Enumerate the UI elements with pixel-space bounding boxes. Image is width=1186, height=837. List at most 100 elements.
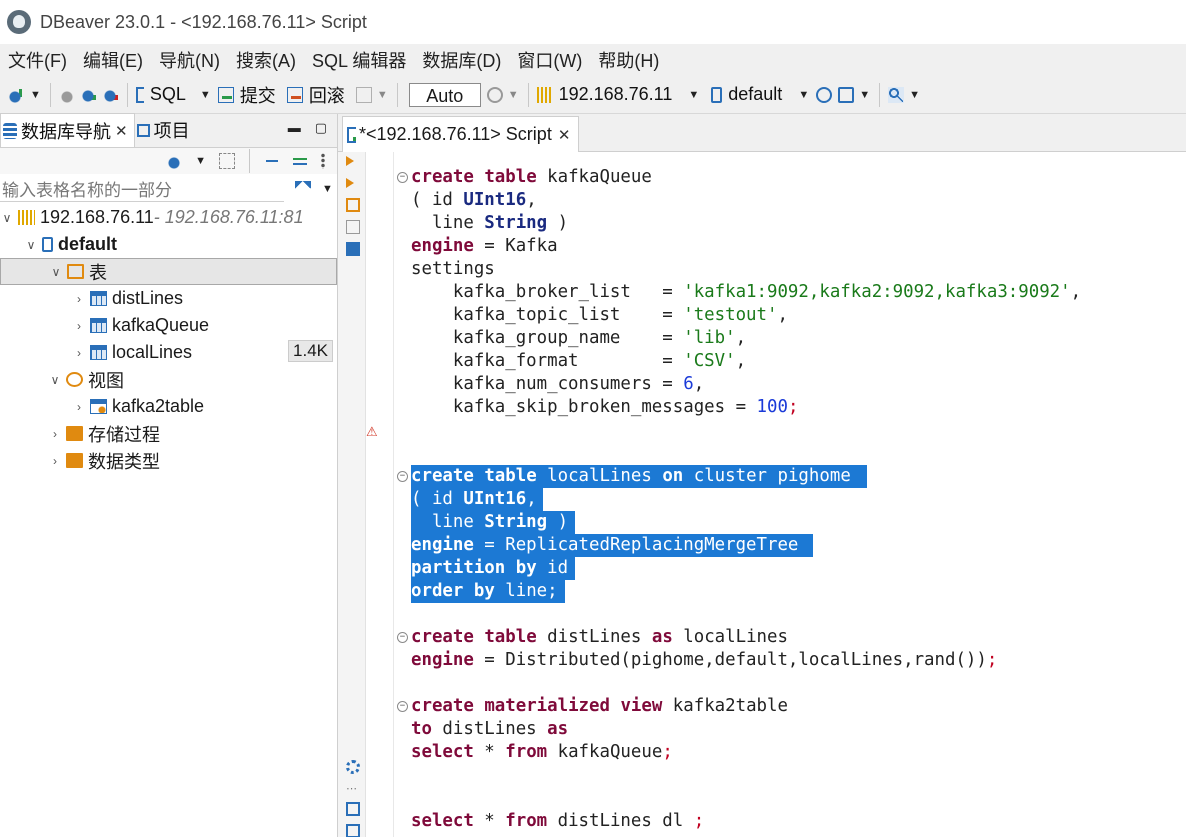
sql-code-editor[interactable]: − create table kafkaQueue( id UInt16, lin… bbox=[394, 152, 1186, 837]
tab-sql-script[interactable]: *<192.168.76.11> Script ✕ bbox=[342, 116, 580, 152]
menu-search[interactable]: 搜索(A) bbox=[228, 47, 304, 73]
rollback-icon[interactable] bbox=[286, 86, 303, 103]
tree-node-table[interactable]: › localLines 1.4K bbox=[0, 339, 337, 366]
menu-sql-editor[interactable]: SQL 编辑器 bbox=[304, 47, 414, 73]
warning-icon[interactable]: ⚠ bbox=[366, 424, 378, 440]
commit-icon[interactable] bbox=[217, 86, 234, 103]
menu-edit[interactable]: 编辑(E) bbox=[75, 47, 151, 73]
code-line[interactable]: kafka_broker_list = 'kafka1:9092,kafka2:… bbox=[411, 281, 1081, 304]
code-line[interactable]: create materialized view kafka2table bbox=[411, 695, 788, 718]
code-line[interactable]: engine = ReplicatedReplacingMergeTree bbox=[411, 534, 798, 557]
menu-database[interactable]: 数据库(D) bbox=[414, 47, 509, 73]
table-filter-input[interactable]: 输入表格名称的一部分 bbox=[0, 176, 284, 202]
fold-toggle-icon[interactable]: − bbox=[397, 701, 408, 712]
disconnect-all-icon[interactable] bbox=[102, 86, 119, 103]
sql-button-label[interactable]: SQL bbox=[150, 84, 186, 105]
connect-icon[interactable] bbox=[80, 86, 97, 103]
chevron-right-icon[interactable]: › bbox=[72, 292, 86, 306]
new-folder-icon[interactable] bbox=[219, 153, 235, 169]
tasks-dropdown-icon[interactable]: ▼ bbox=[859, 89, 870, 101]
tree-node-table[interactable]: › distLines bbox=[0, 285, 337, 312]
code-line[interactable]: create table kafkaQueue bbox=[411, 166, 652, 189]
settings-gear-icon[interactable] bbox=[346, 760, 360, 774]
active-connection-selector[interactable]: 192.168.76.11 bbox=[559, 84, 673, 105]
output-console-icon[interactable] bbox=[346, 242, 360, 256]
tree-node-schema-default[interactable]: ∨ default bbox=[0, 231, 337, 258]
code-line[interactable]: order by line; bbox=[411, 580, 558, 603]
commit-button[interactable]: 提交 bbox=[240, 82, 276, 108]
chevron-right-icon[interactable]: › bbox=[48, 427, 62, 441]
code-line[interactable]: select * from distLines dl ; bbox=[411, 810, 704, 833]
code-line[interactable]: kafka_topic_list = 'testout', bbox=[411, 304, 788, 327]
tree-node-table[interactable]: › kafkaQueue bbox=[0, 312, 337, 339]
filter-icon[interactable] bbox=[295, 181, 311, 197]
code-line[interactable]: select * from kafkaQueue; bbox=[411, 741, 673, 764]
tab-database-navigator[interactable]: 数据库导航 ✕ bbox=[0, 113, 135, 147]
close-icon[interactable]: ✕ bbox=[115, 122, 128, 140]
close-icon[interactable]: ✕ bbox=[558, 126, 571, 144]
chevron-right-icon[interactable]: › bbox=[72, 400, 86, 414]
auto-commit-mode[interactable]: Auto bbox=[408, 82, 481, 107]
execute-statement-icon[interactable] bbox=[346, 156, 354, 166]
fold-toggle-icon[interactable]: − bbox=[397, 471, 408, 482]
transaction-mode-icon[interactable] bbox=[355, 86, 372, 103]
history-icon[interactable] bbox=[486, 86, 503, 103]
execute-in-new-tab-icon[interactable] bbox=[346, 178, 354, 188]
connection-dropdown-icon[interactable]: ▼ bbox=[688, 89, 699, 101]
chevron-right-icon[interactable]: › bbox=[48, 454, 62, 468]
history-dropdown-icon[interactable]: ▼ bbox=[508, 89, 519, 101]
code-line[interactable]: create table localLines on cluster pigho… bbox=[411, 465, 851, 488]
sql-editor-icon[interactable] bbox=[135, 86, 144, 103]
code-line[interactable]: kafka_format = 'CSV', bbox=[411, 350, 746, 373]
new-connection-icon[interactable] bbox=[9, 86, 25, 103]
chevron-down-icon[interactable]: ∨ bbox=[24, 238, 38, 252]
schema-dropdown-icon[interactable]: ▼ bbox=[798, 89, 809, 101]
chevron-right-icon[interactable]: › bbox=[72, 346, 86, 360]
export-icon[interactable] bbox=[346, 802, 360, 816]
tree-node-connection[interactable]: ∨ 192.168.76.11 - 192.168.76.11:81 bbox=[0, 204, 337, 231]
search-icon[interactable] bbox=[888, 86, 905, 103]
dashboard-icon[interactable] bbox=[816, 86, 833, 103]
transaction-mode-dropdown-icon[interactable]: ▼ bbox=[377, 89, 388, 101]
tree-node-tables-folder[interactable]: ∨ 表 bbox=[0, 258, 337, 285]
new-connection-dropdown-icon[interactable]: ▼ bbox=[30, 89, 41, 101]
code-line[interactable]: partition by id bbox=[411, 557, 568, 580]
chevron-down-icon[interactable]: ∨ bbox=[0, 211, 14, 225]
code-line[interactable]: kafka_skip_broken_messages = 100; bbox=[411, 396, 799, 419]
view-menu-icon[interactable] bbox=[320, 153, 326, 169]
more-options-icon[interactable]: ⋯ bbox=[346, 782, 360, 796]
code-line[interactable]: line String ) bbox=[411, 212, 568, 235]
maximize-icon[interactable]: ▢ bbox=[315, 120, 327, 136]
link-with-editor-icon[interactable] bbox=[292, 153, 308, 169]
rollback-button[interactable]: 回滚 bbox=[309, 82, 345, 108]
tree-node-view[interactable]: › kafka2table bbox=[0, 393, 337, 420]
tree-node-procedures-folder[interactable]: › 存储过程 bbox=[0, 420, 337, 447]
minimize-icon[interactable]: ▬ bbox=[288, 120, 301, 136]
chevron-down-icon[interactable]: ∨ bbox=[49, 265, 63, 279]
new-connection-dropdown-icon[interactable]: ▼ bbox=[195, 155, 206, 167]
chevron-right-icon[interactable]: › bbox=[72, 319, 86, 333]
sql-dropdown-icon[interactable]: ▼ bbox=[200, 89, 211, 101]
disconnect-icon[interactable] bbox=[58, 86, 75, 103]
collapse-all-icon[interactable] bbox=[264, 153, 280, 169]
menu-file[interactable]: 文件(F) bbox=[0, 47, 75, 73]
explain-plan-icon[interactable] bbox=[346, 220, 360, 234]
code-line[interactable]: kafka_num_consumers = 6, bbox=[411, 373, 704, 396]
code-line[interactable]: line String ) bbox=[411, 511, 568, 534]
code-line[interactable]: to distLines as bbox=[411, 718, 568, 741]
import-icon[interactable] bbox=[346, 824, 360, 837]
code-line[interactable]: kafka_group_name = 'lib', bbox=[411, 327, 746, 350]
code-line[interactable]: engine = Kafka bbox=[411, 235, 558, 258]
execute-script-icon[interactable] bbox=[346, 198, 360, 212]
code-line[interactable]: engine = Distributed(pighome,default,loc… bbox=[411, 649, 997, 672]
code-line[interactable]: settings bbox=[411, 258, 495, 281]
code-line[interactable]: ( id UInt16, bbox=[411, 488, 537, 511]
menu-window[interactable]: 窗口(W) bbox=[509, 47, 590, 73]
menu-help[interactable]: 帮助(H) bbox=[590, 47, 667, 73]
search-dropdown-icon[interactable]: ▼ bbox=[909, 89, 920, 101]
tab-projects[interactable]: 项目 bbox=[135, 113, 196, 147]
fold-toggle-icon[interactable]: − bbox=[397, 632, 408, 643]
fold-toggle-icon[interactable]: − bbox=[397, 172, 408, 183]
new-connection-icon[interactable] bbox=[168, 153, 185, 169]
tree-node-views-folder[interactable]: ∨ 视图 bbox=[0, 366, 337, 393]
